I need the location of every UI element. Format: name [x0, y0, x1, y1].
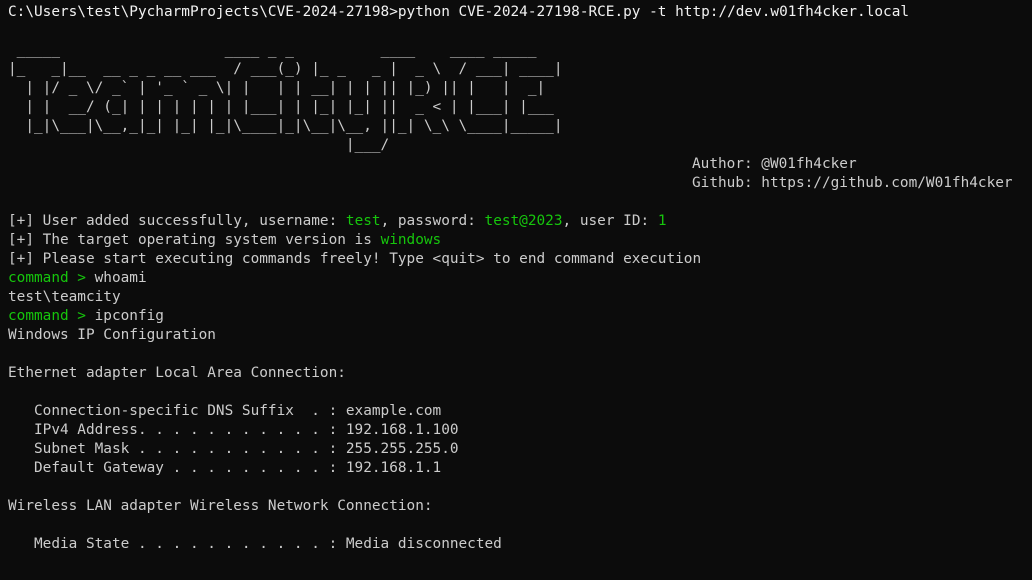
- author-row: Author: @W01fh4cker: [8, 155, 1032, 174]
- user-id-value: 1: [657, 213, 667, 229]
- command-line[interactable]: command > whoami: [8, 269, 1032, 288]
- wlan-adapter-header: Wireless LAN adapter Wireless Network Co…: [8, 498, 433, 514]
- ipconfig-row: Subnet Mask . . . . . . . . . . . : 255.…: [8, 441, 459, 457]
- command-line[interactable]: command > ipconfig: [8, 307, 1032, 326]
- status-prefix: [+]: [8, 251, 43, 267]
- banner-line: |_|\___|\__,_|_| |_| |_|\____|_|\__|\__,…: [8, 118, 563, 134]
- banner-line: | | __/ (_| | | | | | | |___| | |_| |_| …: [8, 99, 554, 115]
- banner-line: _____ ____ _ _ ____ ____ _____: [8, 42, 537, 58]
- username-value: test: [345, 213, 381, 229]
- status-os-version: [+] The target operating system version …: [8, 231, 1032, 250]
- command-prompt: command >: [8, 270, 95, 286]
- ipconfig-row: IPv4 Address. . . . . . . . . . . : 192.…: [8, 422, 459, 438]
- status-text: Please start executing commands freely! …: [42, 251, 702, 267]
- github-line: Github: https://github.com/W01fh4cker: [692, 175, 1013, 191]
- command-output: test\teamcity: [8, 289, 121, 305]
- github-row: Github: https://github.com/W01fh4cker: [8, 174, 1032, 193]
- status-text: , user ID:: [562, 213, 658, 229]
- status-user-added: [+] User added successfully, username: t…: [8, 212, 1032, 231]
- status-start: [+] Please start executing commands free…: [8, 250, 1032, 269]
- password-value: test@2023: [484, 213, 563, 229]
- banner-line: | |/ _ \/ _` | '_ ` _ \| | | | __| | | |…: [8, 80, 546, 96]
- status-text: , password:: [380, 213, 485, 229]
- banner-line: |___/: [8, 137, 390, 153]
- terminal-window[interactable]: C:\Users\test\PycharmProjects\CVE-2024-2…: [8, 3, 1032, 580]
- ipconfig-row: Default Gateway . . . . . . . . . : 192.…: [8, 460, 442, 476]
- ipconfig-row: Media State . . . . . . . . . . . : Medi…: [8, 536, 502, 552]
- status-text: User added successfully, username:: [42, 213, 346, 229]
- command-text: ipconfig: [94, 308, 164, 324]
- status-prefix: [+]: [8, 232, 43, 248]
- ethernet-adapter-header: Ethernet adapter Local Area Connection:: [8, 365, 346, 381]
- os-value: windows: [380, 232, 442, 248]
- ipconfig-title: Windows IP Configuration: [8, 327, 216, 343]
- ipconfig-row: Connection-specific DNS Suffix . : examp…: [8, 403, 442, 419]
- banner-line: |_ _|__ __ _ _ __ ___ / ___(_) |_ _ _ | …: [8, 61, 563, 77]
- status-text: The target operating system version is: [42, 232, 381, 248]
- prompt-line: C:\Users\test\PycharmProjects\CVE-2024-2…: [8, 4, 910, 20]
- command-prompt: command >: [8, 308, 95, 324]
- command-text: whoami: [94, 270, 147, 286]
- author-line: Author: @W01fh4cker: [692, 156, 857, 172]
- ascii-banner: _____ ____ _ _ ____ ____ _____ |_ _|__ _…: [8, 41, 1032, 155]
